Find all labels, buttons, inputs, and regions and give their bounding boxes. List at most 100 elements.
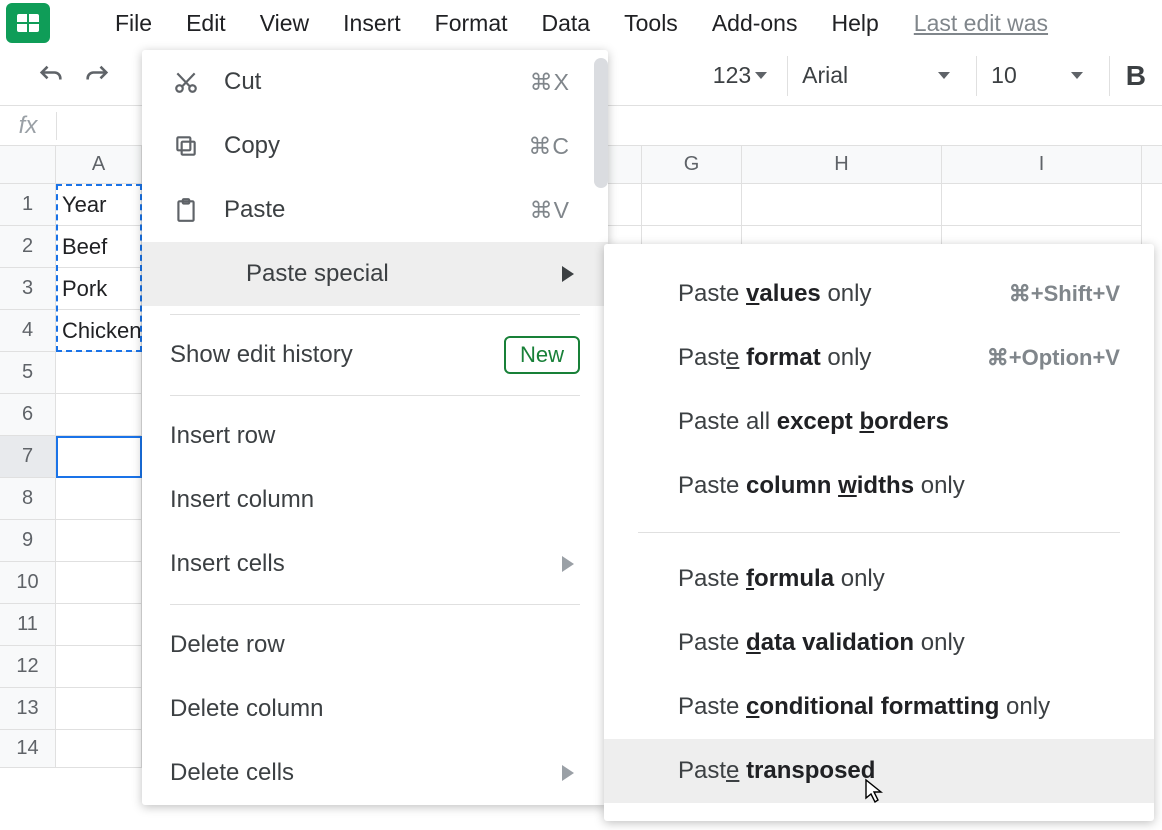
last-edit-link[interactable]: Last edit was — [914, 10, 1048, 37]
caret-down-icon — [1071, 72, 1083, 79]
number-format-dropdown[interactable]: 123 — [705, 62, 775, 89]
ctx-label: Paste special — [246, 260, 540, 288]
menu-tools[interactable]: Tools — [607, 2, 695, 45]
separator — [638, 532, 1120, 533]
ctx-delete-column[interactable]: Delete column — [142, 677, 608, 741]
undo-icon[interactable] — [34, 59, 68, 93]
col-header-I[interactable]: I — [942, 146, 1142, 183]
cell-A1[interactable]: Year — [56, 184, 142, 226]
menu-addons[interactable]: Add-ons — [695, 2, 815, 45]
paste-special-submenu: Paste values only⌘+Shift+VPaste format o… — [604, 244, 1154, 821]
submenu-item-5[interactable]: Paste formula only — [604, 547, 1154, 611]
caret-down-icon — [938, 72, 950, 79]
paste-icon — [170, 197, 202, 223]
col-header-H[interactable]: H — [742, 146, 942, 183]
bold-button[interactable]: B — [1109, 56, 1162, 96]
font-size-dropdown[interactable]: 10 — [976, 56, 1097, 96]
submenu-item-6[interactable]: Paste data validation only — [604, 611, 1154, 675]
ctx-insert-cells[interactable]: Insert cells — [142, 532, 608, 596]
ctx-delete-row[interactable]: Delete row — [142, 613, 608, 677]
ctx-cut[interactable]: Cut ⌘X — [142, 50, 608, 114]
number-format-label: 123 — [713, 62, 751, 89]
cell-H1[interactable] — [742, 184, 942, 226]
row-header[interactable]: 4 — [0, 310, 56, 352]
submenu-item-7[interactable]: Paste conditional formatting only — [604, 675, 1154, 739]
ctx-insert-column[interactable]: Insert column — [142, 468, 608, 532]
menu-insert[interactable]: Insert — [326, 2, 418, 45]
chevron-right-icon — [562, 556, 574, 572]
ctx-show-edit-history[interactable]: Show edit history New — [142, 323, 608, 387]
cell-A13[interactable] — [56, 688, 142, 730]
row-header[interactable]: 9 — [0, 520, 56, 562]
cell-A9[interactable] — [56, 520, 142, 562]
submenu-label: Paste transposed — [678, 757, 1120, 785]
row-header[interactable]: 11 — [0, 604, 56, 646]
ctx-label: Insert cells — [170, 550, 540, 578]
cell-A10[interactable] — [56, 562, 142, 604]
cell-A11[interactable] — [56, 604, 142, 646]
submenu-label: Paste formula only — [678, 565, 1120, 593]
menu-help[interactable]: Help — [814, 2, 895, 45]
menu-data[interactable]: Data — [525, 2, 608, 45]
ctx-delete-cells[interactable]: Delete cells — [142, 741, 608, 805]
ctx-insert-row[interactable]: Insert row — [142, 404, 608, 468]
sheets-app-icon[interactable] — [6, 3, 50, 43]
ctx-shortcut: ⌘V — [530, 197, 570, 224]
row-header[interactable]: 10 — [0, 562, 56, 604]
submenu-item-1[interactable]: Paste format only⌘+Option+V — [604, 326, 1154, 390]
submenu-item-8[interactable]: Paste transposed — [604, 739, 1154, 803]
chevron-right-icon — [562, 765, 574, 781]
menu-edit[interactable]: Edit — [169, 2, 243, 45]
row-header[interactable]: 7 — [0, 436, 56, 478]
ctx-label: Paste — [224, 196, 508, 224]
row-header[interactable]: 5 — [0, 352, 56, 394]
ctx-label: Delete column — [170, 695, 580, 723]
col-header-G[interactable]: G — [642, 146, 742, 183]
ctx-label: Copy — [224, 132, 506, 160]
cell-A14[interactable] — [56, 730, 142, 768]
row-header[interactable]: 6 — [0, 394, 56, 436]
submenu-label: Paste format only — [678, 344, 987, 372]
ctx-shortcut: ⌘C — [528, 133, 570, 160]
ctx-label: Show edit history — [170, 341, 482, 369]
redo-icon[interactable] — [80, 59, 114, 93]
col-header-A[interactable]: A — [56, 146, 142, 183]
menu-file[interactable]: File — [98, 2, 169, 45]
submenu-shortcut: ⌘+Shift+V — [1009, 281, 1120, 307]
cell-A6[interactable] — [56, 394, 142, 436]
font-family-dropdown[interactable]: Arial — [787, 56, 964, 96]
row-header[interactable]: 3 — [0, 268, 56, 310]
new-badge: New — [504, 336, 580, 374]
submenu-item-3[interactable]: Paste column widths only — [604, 454, 1154, 518]
ctx-label: Cut — [224, 68, 508, 96]
row-header[interactable]: 1 — [0, 184, 56, 226]
cell-A5[interactable] — [56, 352, 142, 394]
row-header[interactable]: 12 — [0, 646, 56, 688]
cell-A7[interactable] — [56, 436, 142, 478]
row-header[interactable]: 2 — [0, 226, 56, 268]
row-header[interactable]: 14 — [0, 730, 56, 768]
ctx-paste-special[interactable]: Paste special — [142, 242, 608, 306]
ctx-label: Delete cells — [170, 759, 540, 787]
row-header[interactable]: 13 — [0, 688, 56, 730]
context-menu-scrollbar[interactable] — [594, 58, 608, 188]
row-header[interactable]: 8 — [0, 478, 56, 520]
cell-G1[interactable] — [642, 184, 742, 226]
cell-I1[interactable] — [942, 184, 1142, 226]
menu-format[interactable]: Format — [418, 2, 525, 45]
cell-A8[interactable] — [56, 478, 142, 520]
select-all-corner[interactable] — [0, 146, 56, 183]
submenu-item-2[interactable]: Paste all except borders — [604, 390, 1154, 454]
menu-view[interactable]: View — [243, 2, 326, 45]
cell-A4[interactable]: Chicken — [56, 310, 142, 352]
ctx-label: Insert row — [170, 422, 580, 450]
cell-A3[interactable]: Pork — [56, 268, 142, 310]
ctx-copy[interactable]: Copy ⌘C — [142, 114, 608, 178]
ctx-label: Delete row — [170, 631, 580, 659]
cell-A2[interactable]: Beef — [56, 226, 142, 268]
ctx-paste[interactable]: Paste ⌘V — [142, 178, 608, 242]
cell-A12[interactable] — [56, 646, 142, 688]
separator — [170, 604, 580, 605]
submenu-item-0[interactable]: Paste values only⌘+Shift+V — [604, 262, 1154, 326]
ctx-label: Insert column — [170, 486, 580, 514]
